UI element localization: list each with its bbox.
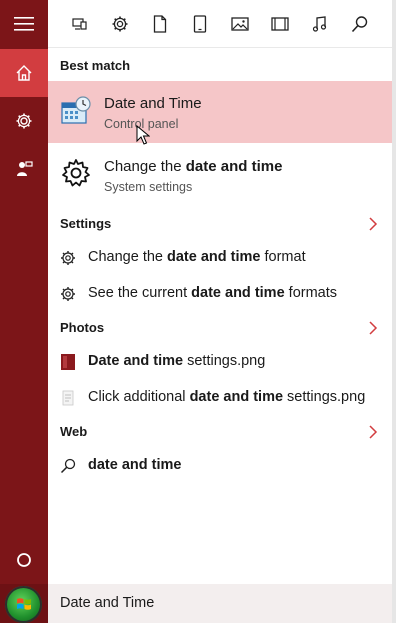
music-icon [312,16,327,32]
photos-icon [231,17,249,31]
change-date-time-result[interactable]: Change the date and time [104,158,282,175]
windows-logo-icon [17,598,31,610]
filter-settings-button[interactable] [108,12,132,36]
gear-icon [16,113,32,129]
mouse-pointer-icon [136,125,150,145]
result-text: format [260,249,306,265]
search-icon [60,458,76,474]
start-button[interactable] [5,586,42,623]
filter-apps-button[interactable] [68,12,92,36]
gear-icon [61,287,75,301]
home-button[interactable] [0,49,48,97]
result-text: Change the [88,249,168,265]
videos-icon [271,17,289,31]
filter-music-button[interactable] [308,12,332,36]
feedback-person-icon [17,161,33,176]
gear-icon [62,159,90,187]
navigation-rail [0,0,48,584]
photo-result-additional-settings-png[interactable]: Click additional date and time settings.… [48,380,392,416]
filter-videos-button[interactable] [268,12,292,36]
search-results-panel: Best match Date and Time Control panel C… [48,0,392,584]
window-edge [392,0,396,623]
image-thumbnail-icon [61,354,75,370]
settings-heading: Settings [60,216,112,231]
web-result-date-and-time[interactable]: date and time [48,448,392,484]
result-bold-text: date and time [167,249,261,265]
filter-photos-button[interactable] [228,12,252,36]
chevron-right-icon[interactable] [368,425,378,439]
hamburger-menu-button[interactable] [0,0,48,48]
system-settings-subtitle: System settings [104,180,193,194]
filter-web-button[interactable] [348,12,372,36]
image-thumbnail-icon [62,390,74,406]
settings-button[interactable] [0,97,48,145]
search-filter-bar [48,0,392,48]
result-text: Change the [104,158,186,175]
documents-icon [153,15,167,33]
hamburger-menu-icon [14,17,34,31]
best-match-title: Date and Time [104,95,202,112]
search-input-value[interactable]: Date and Time [60,595,154,611]
feedback-button[interactable] [0,145,48,193]
web-heading: Web [60,424,88,439]
settings-result-format[interactable]: Change the date and time format [48,240,392,276]
home-icon [16,65,32,81]
settings-result-current-formats[interactable]: See the current date and time formats [48,276,392,312]
gear-icon [61,251,75,265]
result-bold-text: Date and time [88,353,184,369]
calendar-clock-icon [61,96,91,124]
result-text: See the current [88,285,192,301]
result-text: formats [284,285,338,301]
cortana-button[interactable] [0,536,48,584]
web-search-icon [351,16,368,33]
result-text: Click additional [88,389,190,405]
chevron-right-icon[interactable] [368,217,378,231]
cortana-circle-icon [17,553,31,567]
chevron-right-icon[interactable] [368,321,378,335]
result-text: settings.png [183,353,266,369]
result-bold-text: date and time [185,158,283,175]
tablet-icon [193,15,207,33]
filter-tablet-button[interactable] [188,12,212,36]
settings-icon [112,16,128,32]
best-match-result[interactable]: Date and Time Control panel [48,81,392,143]
apps-icon [72,18,87,30]
result-text: settings.png [283,389,366,405]
result-bold-text: date and time [189,389,284,405]
photo-result-settings-png[interactable]: Date and time settings.png [48,344,392,380]
result-bold-text: date and time [191,285,285,301]
photos-heading: Photos [60,320,105,335]
best-match-heading: Best match [60,58,131,73]
filter-documents-button[interactable] [148,12,172,36]
search-box[interactable]: Date and Time [48,584,392,623]
result-bold-text: date and time [88,457,182,473]
